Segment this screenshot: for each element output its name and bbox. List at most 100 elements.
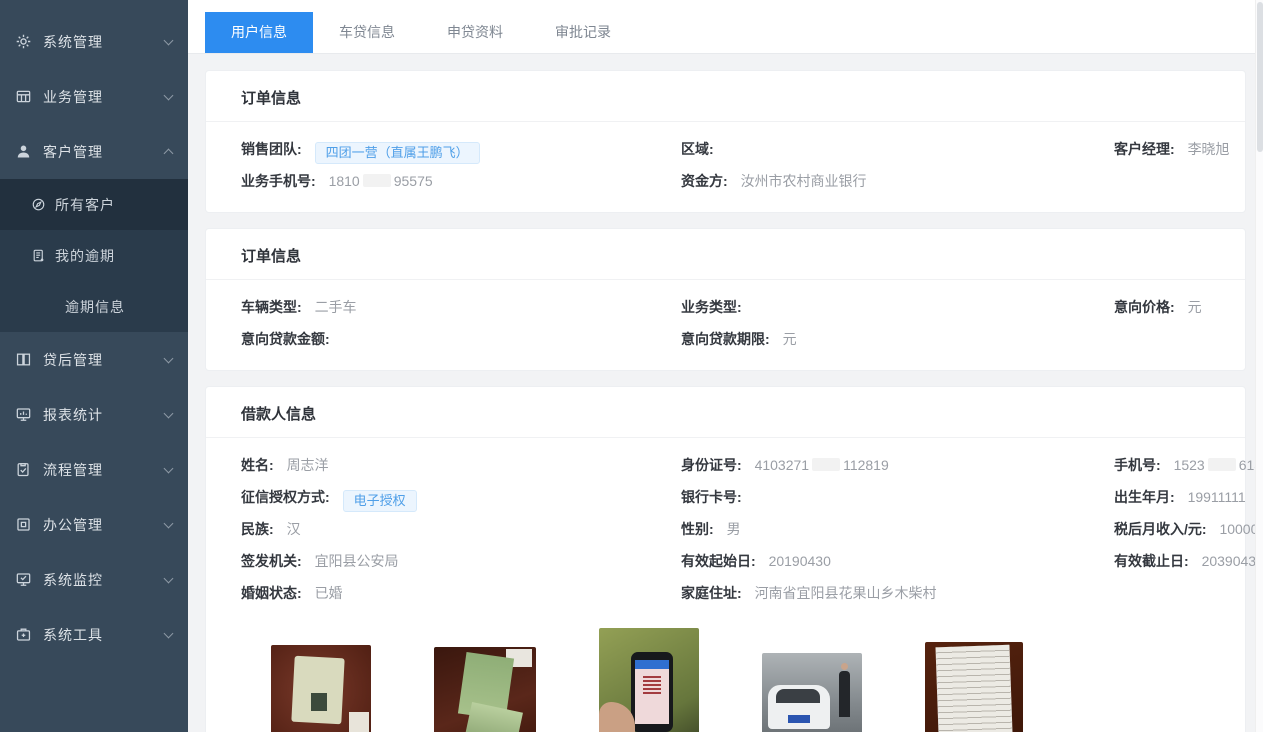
monitor-icon — [15, 406, 32, 423]
field-intent-price: 意向价格: 元 — [1114, 297, 1245, 317]
field-gender: 性别: 男 — [681, 519, 1114, 539]
sidebar-item-label: 业务管理 — [43, 87, 103, 107]
sidebar-item-system-tools[interactable]: 系统工具 — [0, 607, 188, 662]
masked-digits — [1208, 458, 1236, 471]
field-loan-term: 意向贷款期限: 元 — [681, 329, 1114, 349]
main-content: 用户信息 车贷信息 申贷资料 审批记录 订单信息 销售团队: 四团一营（直属王鹏… — [188, 0, 1255, 732]
card-title: 订单信息 — [206, 229, 1245, 279]
sidebar-item-label: 所有客户 — [55, 195, 115, 215]
sidebar-item-office-mgmt[interactable]: 办公管理 — [0, 497, 188, 552]
field-monthly-income: 税后月收入/元: 10000 — [1114, 519, 1255, 539]
vertical-scrollbar[interactable] — [1255, 0, 1263, 732]
field-loan-amount: 意向贷款金额: — [241, 329, 681, 349]
user-icon — [15, 143, 32, 160]
document-photo[interactable] — [925, 642, 1023, 732]
tab-car-loan-info[interactable]: 车贷信息 — [313, 12, 421, 53]
field-vehicle-type: 车辆类型: 二手车 — [241, 297, 681, 317]
sidebar-item-label: 贷后管理 — [43, 350, 103, 370]
square-icon — [15, 516, 32, 533]
sidebar-item-all-customers[interactable]: 所有客户 — [0, 179, 188, 230]
card-title: 借款人信息 — [206, 387, 1245, 437]
field-funder: 资金方: 汝州市农村商业银行 — [681, 171, 1114, 191]
license-booklet-photo[interactable] — [434, 647, 536, 732]
photo-item: 身份证 — [271, 645, 371, 732]
field-home-address: 家庭住址: 河南省宜阳县花果山乡木柴村 — [681, 583, 1114, 603]
field-sales-team: 销售团队: 四团一营（直属王鹏飞） — [241, 139, 681, 159]
chevron-down-icon — [164, 90, 174, 100]
photo-item: 行驶证照片 — [434, 647, 536, 732]
sales-team-tag[interactable]: 四团一营（直属王鹏飞） — [315, 142, 480, 164]
credit-auth-tag[interactable]: 电子授权 — [343, 490, 417, 512]
sidebar-item-system-monitor[interactable]: 系统监控 — [0, 552, 188, 607]
cards-scroll-area[interactable]: 订单信息 销售团队: 四团一营（直属王鹏飞） 区域: 客户经理: — [188, 54, 1255, 732]
sidebar-item-label: 系统管理 — [43, 32, 103, 52]
field-ethnicity: 民族: 汉 — [241, 519, 681, 539]
sidebar-item-overdue-info[interactable]: 逾期信息 — [0, 281, 188, 332]
auth-qr-phone-photo[interactable] — [599, 628, 699, 732]
masked-digits — [363, 174, 391, 187]
book-icon — [15, 351, 32, 368]
field-birth-date: 出生年月: 19911111 — [1114, 487, 1255, 507]
clipboard-icon — [15, 461, 32, 478]
customer-submenu: 所有客户 我的逾期 逾期信息 — [0, 179, 188, 332]
photo-strip: 身份证 行驶证照片 授权截图 — [241, 628, 1245, 732]
notebook-icon — [31, 248, 46, 263]
tab-loan-application-docs[interactable]: 申贷资料 — [421, 12, 529, 53]
chevron-down-icon — [164, 35, 174, 45]
sidebar-item-label: 流程管理 — [43, 460, 103, 480]
sidebar-item-label: 逾期信息 — [65, 297, 125, 317]
card-title: 订单信息 — [206, 71, 1245, 121]
id-card-photo[interactable] — [271, 645, 371, 732]
chevron-down-icon — [164, 463, 174, 473]
sidebar-item-business-mgmt[interactable]: 业务管理 — [0, 69, 188, 124]
field-issuing-authority: 签发机关: 宜阳县公安局 — [241, 551, 681, 571]
field-account-manager: 客户经理: 李晓旭 — [1114, 139, 1245, 159]
gear-icon — [15, 33, 32, 50]
sidebar-item-postloan-mgmt[interactable]: 贷后管理 — [0, 332, 188, 387]
field-marital-status: 婚姻状态: 已婚 — [241, 583, 681, 603]
order-info-card: 订单信息 销售团队: 四团一营（直属王鹏飞） 区域: 客户经理: — [205, 70, 1246, 213]
photo-item: 人车合影 — [762, 653, 862, 732]
sidebar-item-label: 报表统计 — [43, 405, 103, 425]
chevron-down-icon — [164, 353, 174, 363]
masked-digits — [812, 458, 840, 471]
field-region: 区域: — [681, 139, 1114, 159]
field-mobile: 手机号: 15236137 — [1114, 455, 1255, 475]
field-credit-auth: 征信授权方式: 电子授权 — [241, 487, 681, 507]
field-name: 姓名: 周志洋 — [241, 455, 681, 475]
compass-icon — [31, 197, 46, 212]
sidebar-item-report-stats[interactable]: 报表统计 — [0, 387, 188, 442]
sidebar-item-customer-mgmt[interactable]: 客户管理 — [0, 124, 188, 179]
field-bank-card: 银行卡号: — [681, 487, 1114, 507]
field-business-phone: 业务手机号: 181095575 — [241, 171, 681, 191]
tab-approval-records[interactable]: 审批记录 — [529, 12, 637, 53]
chevron-up-icon — [164, 149, 174, 159]
toolbox-icon — [15, 626, 32, 643]
sidebar: 系统管理 业务管理 客户管理 — [0, 0, 188, 732]
person-with-car-photo[interactable] — [762, 653, 862, 732]
detail-tabs: 用户信息 车贷信息 申贷资料 审批记录 — [188, 0, 1255, 54]
photo-item: 授权截图 — [599, 628, 699, 732]
chevron-down-icon — [164, 628, 174, 638]
scrollbar-thumb[interactable] — [1257, 2, 1263, 152]
chevron-down-icon — [164, 573, 174, 583]
chevron-down-icon — [164, 518, 174, 528]
sidebar-item-label: 系统监控 — [43, 570, 103, 590]
borrower-info-card: 借款人信息 姓名: 周志洋 身份证号: 4103271112819 手机 — [205, 386, 1246, 732]
app-window: 系统管理 业务管理 客户管理 — [0, 0, 1263, 732]
sidebar-item-label: 办公管理 — [43, 515, 103, 535]
photo-item: 其他材料 — [925, 642, 1023, 732]
grid-icon — [15, 88, 32, 105]
tab-user-info[interactable]: 用户信息 — [205, 12, 313, 53]
chevron-down-icon — [164, 408, 174, 418]
monitor-check-icon — [15, 571, 32, 588]
loan-order-card: 订单信息 车辆类型: 二手车 业务类型: 意向价格: — [205, 228, 1246, 371]
sidebar-item-process-mgmt[interactable]: 流程管理 — [0, 442, 188, 497]
sidebar-item-label: 我的逾期 — [55, 246, 115, 266]
sidebar-item-label: 系统工具 — [43, 625, 103, 645]
sidebar-item-my-overdue[interactable]: 我的逾期 — [0, 230, 188, 281]
sidebar-item-system-mgmt[interactable]: 系统管理 — [0, 14, 188, 69]
field-id-number: 身份证号: 4103271112819 — [681, 455, 1114, 475]
field-valid-from: 有效起始日: 20190430 — [681, 551, 1114, 571]
field-valid-to: 有效截止日: 20390430 — [1114, 551, 1255, 571]
